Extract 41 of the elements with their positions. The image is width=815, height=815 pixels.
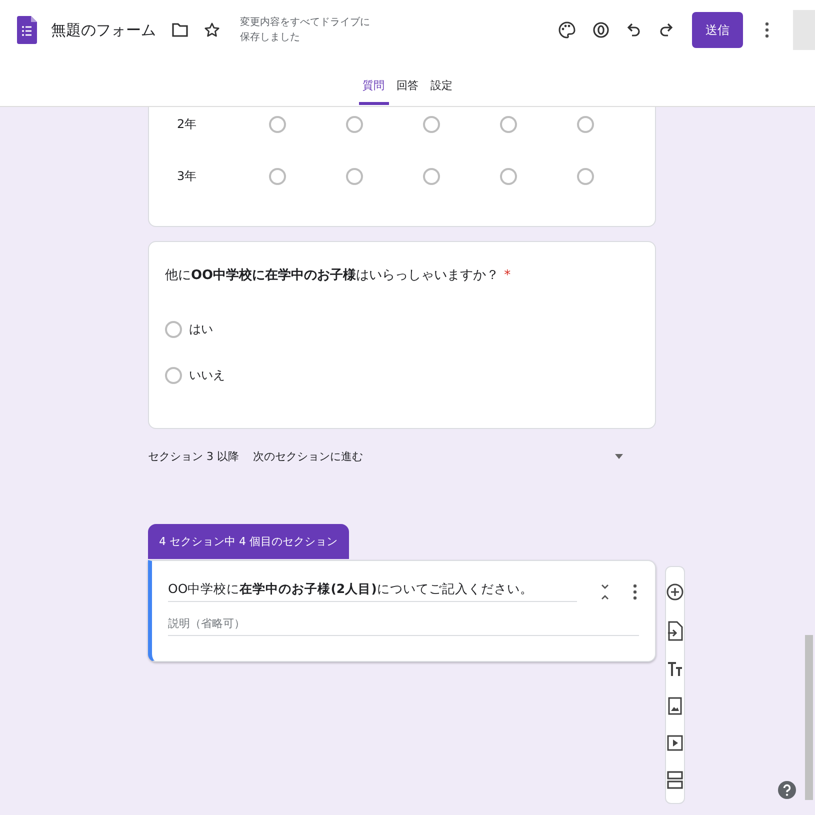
add-icon[interactable] [666, 583, 684, 601]
forms-logo-icon [17, 16, 37, 44]
radio-button[interactable] [577, 168, 594, 184]
image-icon[interactable] [668, 697, 682, 715]
question-text: 他にOO中学校に在学中のお子様はいらっしゃいますか？ * [165, 267, 512, 284]
import-icon[interactable] [667, 621, 683, 641]
radio-button[interactable] [165, 366, 182, 384]
radio-button[interactable] [346, 116, 363, 132]
row-label: 3年 [176, 168, 198, 184]
section-icon[interactable] [667, 771, 683, 789]
save-status: 保存しました [240, 31, 300, 45]
help-icon[interactable] [778, 781, 796, 799]
tab[interactable]: 設定 [426, 74, 456, 105]
section-nav-dropdown[interactable]: 次のセクションに進む [253, 449, 601, 464]
radio-button[interactable] [500, 168, 517, 184]
section-nav-label: セクション 3 以降 [148, 449, 239, 464]
radio-button[interactable] [423, 168, 440, 184]
caret-icon[interactable] [615, 454, 623, 459]
radio-button[interactable] [577, 116, 594, 132]
radio-button[interactable] [165, 320, 182, 338]
section-badge: 4 セクション中 4 個目のセクション [148, 524, 348, 559]
text-size-icon[interactable] [667, 661, 683, 677]
section-title-field[interactable]: OO中学校に在学中のお子様(2人目)についてご記入ください。 [168, 581, 577, 602]
radio-button[interactable] [423, 116, 440, 132]
form-title[interactable]: 無題のフォーム [51, 20, 156, 40]
save-status: 変更内容をすべてドライブに [240, 16, 370, 30]
required-mark: * [504, 268, 511, 283]
collapse-icon[interactable] [601, 584, 609, 600]
row-label: 2年 [176, 116, 198, 132]
description-field[interactable]: 説明（省略可） [168, 612, 639, 636]
radio-button[interactable] [346, 168, 363, 184]
option-label: はい [189, 320, 213, 338]
tab[interactable]: 回答 [392, 74, 422, 105]
radio-button[interactable] [500, 116, 517, 132]
scrollbar[interactable] [805, 635, 813, 800]
radio-button[interactable] [269, 168, 286, 184]
radio-button[interactable] [269, 116, 286, 132]
video-icon[interactable] [667, 735, 683, 751]
more-icon[interactable] [633, 584, 637, 600]
option-label: いいえ [189, 366, 225, 384]
send-button[interactable]: 送信 [692, 12, 743, 48]
